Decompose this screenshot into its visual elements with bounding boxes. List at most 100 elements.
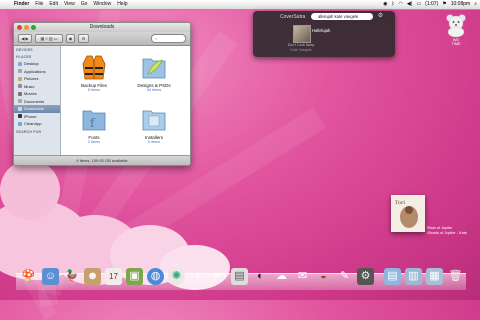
folder-installers[interactable]: Installers 5 items	[125, 104, 183, 144]
bluetooth-icon[interactable]: ᛒ	[392, 0, 395, 9]
sidebar-item-pictures[interactable]: Pictures	[14, 75, 60, 83]
contacts-icon[interactable]: ☻	[84, 268, 101, 285]
menu-view[interactable]: View	[61, 0, 78, 9]
sidebar-item-cleanapp[interactable]: CleanApp	[14, 120, 60, 128]
ichat-icon[interactable]: ☁	[273, 268, 290, 285]
window-titlebar[interactable]: Downloads	[14, 23, 190, 32]
minimize-button[interactable]	[24, 25, 29, 30]
menu-app-finder[interactable]: Finder	[11, 0, 32, 9]
menu-window[interactable]: Window	[90, 0, 114, 9]
sidebar-header-search: SEARCH FOR	[16, 129, 42, 134]
sidebar-item-documents[interactable]: Documents	[14, 98, 60, 106]
album-cover[interactable]	[293, 25, 311, 43]
volume-icon[interactable]: ◀)	[407, 0, 413, 9]
preview-icon[interactable]: ▤	[231, 268, 248, 285]
folder-count: 2 items	[87, 140, 101, 144]
search-input[interactable]: ⌕	[151, 34, 186, 43]
coversutra-search-input[interactable]: allelujah kate voegele	[311, 13, 373, 20]
desktop-drive[interactable]: WD TIME	[443, 13, 469, 46]
folder-count: 5 items	[87, 88, 101, 92]
desktop-icon	[18, 61, 22, 66]
window-title: Downloads	[89, 24, 115, 30]
artist-name: Kate Voegele	[290, 48, 312, 52]
mail-icon[interactable]: ✉	[294, 268, 311, 285]
globe-icon[interactable]: ◍	[147, 268, 164, 285]
menu-edit[interactable]: Edit	[46, 0, 61, 9]
music-icon	[18, 84, 22, 89]
safari-icon[interactable]: ✺	[168, 268, 185, 285]
menu-help[interactable]: Help	[114, 0, 130, 9]
menu-go[interactable]: Go	[78, 0, 91, 9]
downloads-stack-icon[interactable]: ▤	[384, 268, 401, 285]
sidebar-item-movies[interactable]: Movies	[14, 90, 60, 98]
coversutra-title: CoverSutra	[280, 14, 306, 20]
ical-icon[interactable]: 17	[105, 268, 122, 285]
sidebar-header-devices: DEVICES	[16, 48, 33, 52]
view-mode-buttons[interactable]: ▦ ≡ ▥ ▭	[35, 34, 63, 43]
sidebar-item-music[interactable]: Music	[14, 83, 60, 91]
applications-icon	[18, 69, 22, 74]
battery-time[interactable]: (1:07)	[425, 0, 438, 9]
folder-designs-psds[interactable]: Designs & PSDs 34 items	[125, 52, 183, 92]
chat-icon[interactable]: ✎	[336, 268, 353, 285]
quick-look-button[interactable]: ◉	[66, 34, 75, 43]
finder-toolbar: ◀ ▶ ▦ ≡ ▥ ▭ ◉ ⚙ ⌕	[14, 32, 190, 46]
sidebar-item-desktop[interactable]: Desktop	[14, 60, 60, 68]
window-controls	[17, 25, 36, 30]
album-artwork-icon: Tori	[391, 195, 425, 232]
zoom-button[interactable]	[31, 25, 36, 30]
pictures-icon	[18, 76, 22, 81]
movies-icon	[18, 91, 22, 96]
teddy-bear-drive-icon	[446, 14, 466, 38]
back-forward-buttons[interactable]: ◀ ▶	[18, 34, 32, 43]
coversutra-icon[interactable]: ◐	[252, 268, 269, 285]
app-status-icon[interactable]: ◉	[383, 0, 387, 9]
mushroom-icon[interactable]: 🍄	[20, 268, 37, 285]
folder-fonts[interactable]: f Fonts 2 items	[65, 104, 123, 144]
finder-content: Backup Files 5 items Designs & PSDs 34 i…	[61, 46, 190, 156]
downloads-icon	[18, 106, 22, 111]
desktop-album-caption: Stars of Jupiter Ghosts of Jupiter - Kat…	[427, 226, 467, 235]
iphone-icon	[18, 114, 22, 119]
feather-icon[interactable]: ✒	[210, 268, 227, 285]
gear-icon[interactable]: ⚙	[357, 268, 374, 285]
coversutra-panel: CoverSutra allelujah kate voegele ⚙ Hall…	[253, 11, 395, 57]
wifi-icon[interactable]: ◠	[399, 0, 403, 9]
menu-file[interactable]: File	[32, 0, 46, 9]
folder-count: 34 items	[146, 88, 162, 92]
folder-feather-icon	[142, 58, 166, 79]
photos-icon[interactable]: ▣	[126, 268, 143, 285]
folder-backup-files[interactable]: Backup Files 5 items	[65, 52, 123, 92]
apps-stack-icon[interactable]: ▦	[426, 268, 443, 285]
itunes-icon[interactable]: ♪	[189, 268, 206, 285]
album-title: Don't Look Away	[287, 43, 315, 47]
folder-count: 5 items	[147, 140, 161, 144]
desktop-album-art[interactable]: Tori	[391, 195, 425, 232]
docs-stack-icon[interactable]: ▥	[405, 268, 422, 285]
folder-installers-icon	[142, 110, 166, 131]
sidebar-item-applications[interactable]: Applications	[14, 68, 60, 76]
svg-text:Tori: Tori	[395, 200, 405, 206]
menu-bar: Finder File Edit View Go Window Help ◉ ᛒ…	[0, 0, 480, 10]
sidebar-item-downloads[interactable]: Downloads	[14, 105, 60, 113]
album-caption-line2: Ghosts of Jupiter - Kate	[427, 230, 467, 235]
spotlight-icon[interactable]: ⌕	[474, 0, 477, 9]
duck-icon[interactable]: 🦆	[63, 268, 80, 285]
folder-fonts-icon: f	[82, 110, 106, 131]
sidebar-item-iphone[interactable]: iPhone	[14, 113, 60, 121]
finder-icon[interactable]: ☺	[42, 268, 59, 285]
trash-icon[interactable]: 🗑	[447, 268, 464, 285]
sidebar-header-places: PLACES	[16, 55, 32, 59]
song-title[interactable]: Hallelujah	[312, 28, 330, 33]
menu-clock[interactable]: 10:08pm	[451, 0, 470, 9]
menu-extras: ◉ ᛒ ◠ ◀) ▭ (1:07) ⚑ 10:08pm ⌕	[383, 0, 477, 9]
gear-icon[interactable]: ⚙	[377, 13, 384, 20]
close-button[interactable]	[17, 25, 22, 30]
burger-icon[interactable]: ◒	[315, 268, 332, 285]
cleanapp-icon	[18, 121, 22, 126]
finder-window: Downloads ◀ ▶ ▦ ≡ ▥ ▭ ◉ ⚙ ⌕ DEVICES PLAC…	[13, 22, 191, 166]
flag-icon[interactable]: ⚑	[442, 0, 446, 9]
life-vest-icon	[82, 55, 106, 80]
action-gear-button[interactable]: ⚙	[78, 34, 89, 43]
battery-icon[interactable]: ▭	[416, 0, 421, 9]
